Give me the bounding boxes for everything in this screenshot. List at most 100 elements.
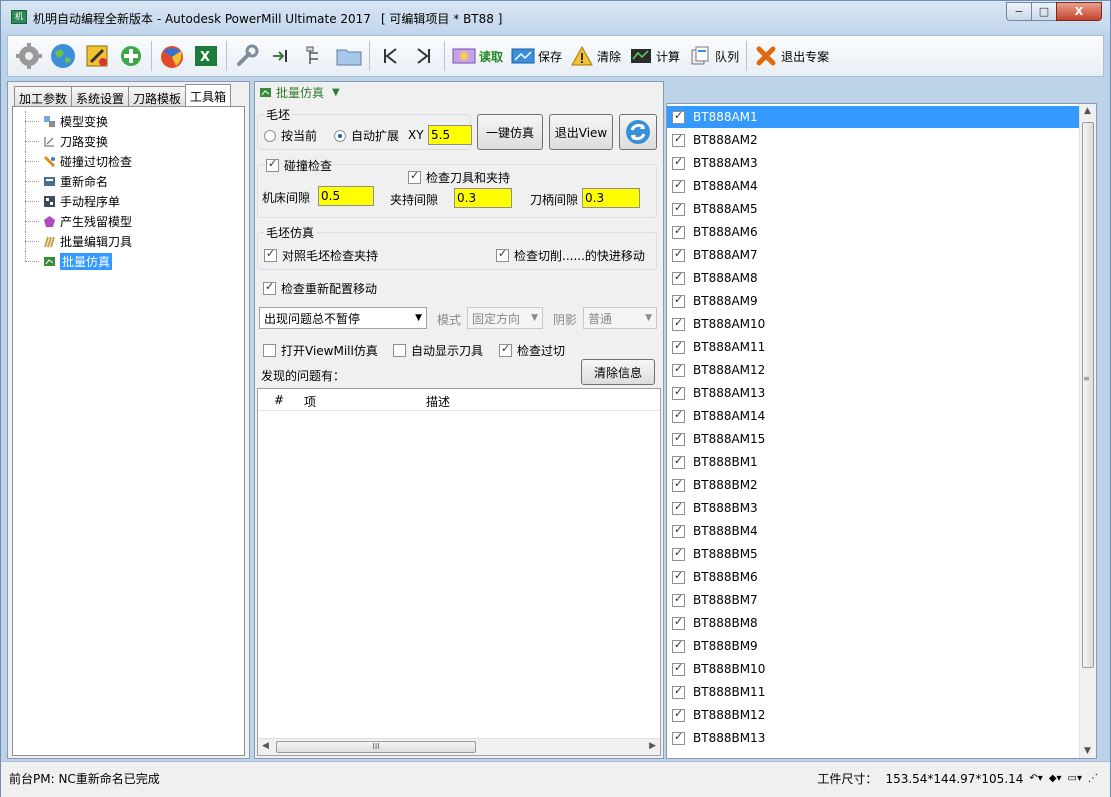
list-item-checkbox[interactable] <box>672 362 685 377</box>
scroll-up-icon[interactable]: ▲ <box>1084 106 1091 116</box>
list-item-checkbox[interactable] <box>672 730 685 745</box>
vertical-scrollbar[interactable]: ▲ ≡ ▼ <box>1079 104 1096 758</box>
tree-item-manual-sheet[interactable]: 手动程序单 <box>13 191 244 211</box>
open-viewmill-checkbox[interactable] <box>263 344 276 357</box>
machine-gap-input[interactable]: 0.5 <box>318 186 374 206</box>
list-item[interactable]: BT888BM8 <box>667 612 1079 634</box>
scroll-left-icon[interactable]: ◀ <box>262 741 269 751</box>
list-item[interactable]: BT888BM2 <box>667 474 1079 496</box>
read-button[interactable]: 读取 <box>448 41 507 71</box>
list-item[interactable]: BT888AM14 <box>667 405 1079 427</box>
save-button[interactable]: 保存 <box>507 41 566 71</box>
list-item-checkbox[interactable] <box>672 339 685 354</box>
check-rapid-toggle[interactable]: 检查切削......的快进移动 <box>496 247 645 264</box>
refresh-button[interactable] <box>619 114 657 150</box>
list-item-checkbox[interactable] <box>672 592 685 607</box>
col-header-index[interactable]: # <box>274 393 284 407</box>
title-bar[interactable]: 机 机明自动编程全新版本 - Autodesk PowerMill Ultima… <box>1 1 1110 33</box>
tab-system-settings[interactable]: 系统设置 <box>71 86 130 106</box>
calc-button[interactable]: 计算 <box>625 41 684 71</box>
list-item[interactable]: BT888AM6 <box>667 221 1079 243</box>
exit-view-button[interactable]: 退出View <box>549 114 613 150</box>
check-reconfig-checkbox[interactable] <box>263 280 276 295</box>
list-item[interactable]: BT888BM12 <box>667 704 1079 726</box>
list-item-checkbox[interactable] <box>672 569 685 584</box>
list-item[interactable]: BT888BM6 <box>667 566 1079 588</box>
clear-button[interactable]: 清除 <box>566 41 625 71</box>
list-item[interactable]: BT888BM4 <box>667 520 1079 542</box>
list-item[interactable]: BT888BM9 <box>667 635 1079 657</box>
last-button[interactable] <box>407 39 441 73</box>
list-item[interactable]: BT888AM12 <box>667 359 1079 381</box>
list-item[interactable]: BT888BM10 <box>667 658 1079 680</box>
minimize-button[interactable]: − <box>1006 2 1032 21</box>
folder-small-icon[interactable]: ▭▾ <box>1068 773 1082 784</box>
scroll-thumb[interactable]: III <box>276 741 476 753</box>
folder-button[interactable] <box>332 39 366 73</box>
shank-gap-input[interactable]: 0.3 <box>582 188 640 208</box>
dropdown-arrow-icon[interactable]: ▼ <box>332 87 340 98</box>
holder-gap-input[interactable]: 0.3 <box>454 188 512 208</box>
list-item[interactable]: BT888BM5 <box>667 543 1079 565</box>
list-item[interactable]: BT888AM13 <box>667 382 1079 404</box>
xy-input[interactable]: 5.5 <box>428 125 472 145</box>
list-item-checkbox[interactable] <box>672 500 685 515</box>
list-item-checkbox[interactable] <box>672 615 685 630</box>
check-holder-blank-toggle[interactable]: 对照毛坯检查夹持 <box>264 247 378 264</box>
check-tool-holder-checkbox[interactable] <box>408 169 421 184</box>
radio-current-circle[interactable] <box>264 129 276 142</box>
globe-button[interactable] <box>46 39 80 73</box>
close-button[interactable]: X <box>1056 2 1102 21</box>
list-item-checkbox[interactable] <box>672 178 685 193</box>
first-button[interactable] <box>373 39 407 73</box>
list-item[interactable]: BT888AM9 <box>667 290 1079 312</box>
tree-item-rename[interactable]: 重新命名 <box>13 171 244 191</box>
tree-item-batch-sim[interactable]: 批量仿真 <box>13 251 244 271</box>
scroll-thumb[interactable] <box>1082 122 1094 668</box>
list-item[interactable]: BT888AM8 <box>667 267 1079 289</box>
list-item-checkbox[interactable] <box>672 454 685 469</box>
list-item-checkbox[interactable] <box>672 661 685 676</box>
check-gouge-toggle[interactable]: 检查过切 <box>499 342 565 359</box>
powermill-button[interactable] <box>155 39 189 73</box>
tab-machining-params[interactable]: 加工参数 <box>14 86 73 106</box>
list-item[interactable]: BT888BM11 <box>667 681 1079 703</box>
model-button[interactable] <box>80 39 114 73</box>
list-item-checkbox[interactable] <box>672 684 685 699</box>
maximize-button[interactable]: □ <box>1031 2 1057 21</box>
collision-check-checkbox[interactable] <box>266 157 279 172</box>
tree-item-toolpath-transform[interactable]: 刀路变换 <box>13 131 244 151</box>
list-item-checkbox[interactable] <box>672 431 685 446</box>
undo-arrow-icon[interactable]: ↶▾ <box>1029 773 1042 784</box>
list-item[interactable]: BT888BM3 <box>667 497 1079 519</box>
excel-button[interactable]: X <box>189 39 223 73</box>
list-item[interactable]: BT888AM1 <box>667 106 1079 128</box>
list-item[interactable]: BT888AM5 <box>667 198 1079 220</box>
tree-item-collision-check[interactable]: 碰撞过切检查 <box>13 151 244 171</box>
list-item-checkbox[interactable] <box>672 270 685 285</box>
list-item-checkbox[interactable] <box>672 201 685 216</box>
add-button[interactable] <box>114 39 148 73</box>
mode-select[interactable]: 固定方向 ▼ <box>467 307 543 329</box>
list-item-checkbox[interactable] <box>672 293 685 308</box>
one-key-sim-button[interactable]: 一键仿真 <box>477 114 543 150</box>
check-rapid-checkbox[interactable] <box>496 247 509 262</box>
list-item-checkbox[interactable] <box>672 224 685 239</box>
list-item-checkbox[interactable] <box>672 155 685 170</box>
radio-current[interactable]: 按当前 <box>264 127 317 144</box>
list-item-checkbox[interactable] <box>672 132 685 147</box>
color-palette-icon[interactable]: ◆▾ <box>1049 773 1062 784</box>
list-item-checkbox[interactable] <box>672 408 685 423</box>
list-item-checkbox[interactable] <box>672 109 685 124</box>
list-item-checkbox[interactable] <box>672 546 685 561</box>
scroll-down-icon[interactable]: ▼ <box>1084 746 1091 756</box>
list-item[interactable]: BT888BM13 <box>667 727 1079 749</box>
radio-auto-expand[interactable]: 自动扩展 <box>334 127 399 144</box>
list-item[interactable]: BT888AM10 <box>667 313 1079 335</box>
settings-gear-button[interactable] <box>12 39 46 73</box>
pause-option-select[interactable]: 出现问题总不暂停 ▼ <box>259 307 427 329</box>
panel-header[interactable]: 批量仿真 ▼ <box>259 84 340 101</box>
insert-button[interactable] <box>264 39 298 73</box>
check-gouge-checkbox[interactable] <box>499 342 512 357</box>
list-item-checkbox[interactable] <box>672 638 685 653</box>
